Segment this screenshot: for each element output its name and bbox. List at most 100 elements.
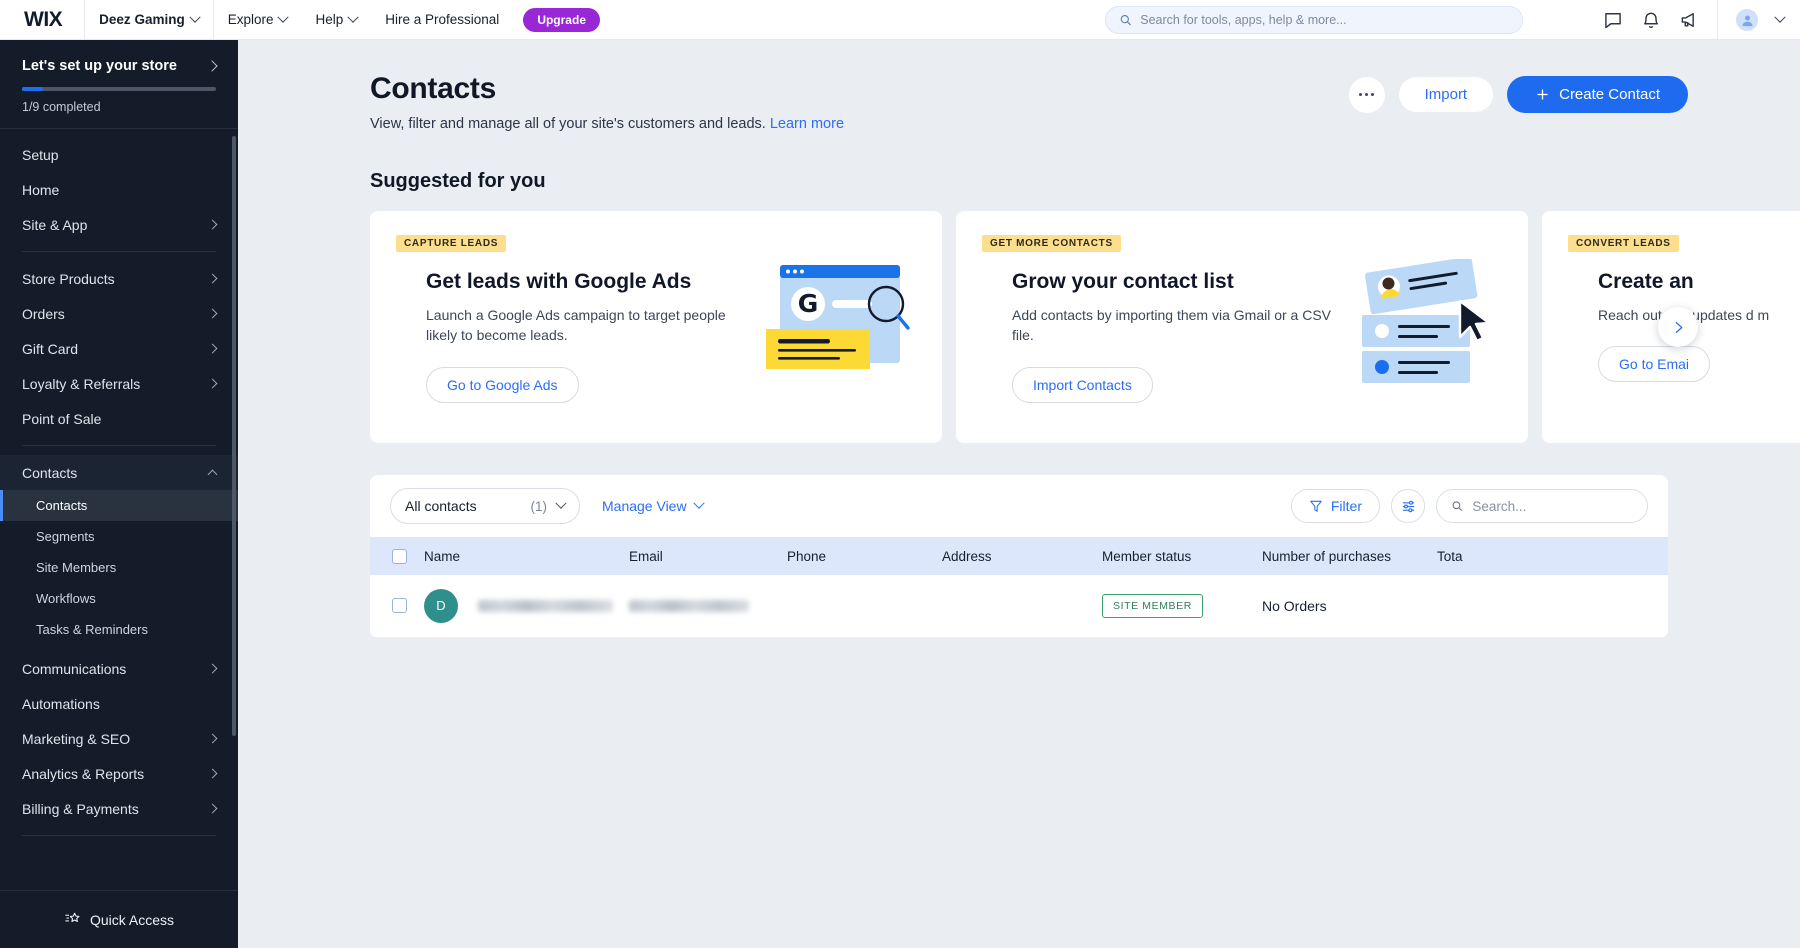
megaphone-icon[interactable]	[1679, 10, 1699, 30]
sidebar-item-label: Automations	[22, 696, 100, 712]
chevron-down-icon	[693, 498, 704, 509]
sidebar-scrollbar[interactable]	[232, 136, 236, 736]
chevron-right-icon	[208, 734, 218, 744]
global-search[interactable]	[1105, 6, 1523, 34]
setup-progress-panel[interactable]: Let's set up your store 1/9 completed	[0, 40, 238, 129]
sidebar-item-label: Orders	[22, 306, 65, 322]
sidebar-item-store-products[interactable]: Store Products	[0, 261, 238, 296]
sidebar-item-setup[interactable]: Setup	[0, 137, 238, 172]
table-head: Name Email Phone Address Member status N…	[370, 537, 1668, 575]
svg-text:G: G	[798, 289, 819, 318]
chevron-right-icon	[208, 379, 218, 389]
chevron-right-icon	[206, 60, 217, 71]
nav-explore[interactable]: Explore	[214, 0, 302, 40]
column-header-name[interactable]: Name	[424, 537, 629, 575]
nav-help[interactable]: Help	[301, 0, 371, 40]
chat-icon[interactable]	[1603, 10, 1623, 30]
column-header-address[interactable]: Address	[942, 537, 1102, 575]
divider	[22, 835, 216, 836]
sidebar-item-analytics-reports[interactable]: Analytics & Reports	[0, 756, 238, 791]
column-header-member-status[interactable]: Member status	[1102, 537, 1262, 575]
search-icon	[1451, 499, 1463, 513]
setup-progress-label: 1/9 completed	[22, 100, 216, 114]
nav-hire-professional[interactable]: Hire a Professional	[371, 0, 513, 40]
more-options-button[interactable]	[1349, 77, 1385, 113]
upgrade-button[interactable]: Upgrade	[523, 8, 600, 32]
dot	[1359, 93, 1363, 97]
sidebar-item-site-app[interactable]: Site & App	[0, 207, 238, 242]
sidebar-item-orders[interactable]: Orders	[0, 296, 238, 331]
chevron-right-icon	[1672, 321, 1685, 334]
create-contact-button[interactable]: Create Contact	[1507, 76, 1688, 113]
manage-view-button[interactable]: Manage View	[602, 498, 703, 514]
card-cta-button[interactable]: Go to Emai	[1598, 346, 1710, 382]
suggestion-card[interactable]: GET MORE CONTACTS Grow your contact list…	[956, 211, 1528, 443]
chevron-down-icon	[555, 498, 566, 509]
quick-access-button[interactable]: Quick Access	[0, 890, 238, 948]
sidebar-nav: Setup Home Site & App Store Products Ord…	[0, 129, 238, 836]
sidebar-item-marketing-seo[interactable]: Marketing & SEO	[0, 721, 238, 756]
sidebar-item-segments[interactable]: Segments	[0, 521, 238, 552]
global-search-input[interactable]	[1140, 13, 1509, 27]
nav-hire-label: Hire a Professional	[385, 12, 499, 27]
chevron-down-icon[interactable]	[1774, 12, 1785, 23]
table-row[interactable]: D SITE MEMBER No Orders	[370, 575, 1668, 637]
cell-total	[1437, 575, 1668, 637]
top-navigation-bar: WIX Deez Gaming Explore Help Hire a Prof…	[0, 0, 1800, 40]
card-cta-button[interactable]: Go to Google Ads	[426, 367, 579, 403]
import-button[interactable]: Import	[1399, 77, 1494, 112]
row-checkbox[interactable]	[392, 598, 407, 613]
sidebar-item-label: Contacts	[22, 465, 77, 481]
funnel-icon	[1309, 499, 1323, 513]
view-selector-label: All contacts	[405, 498, 477, 514]
chevron-down-icon	[189, 11, 200, 22]
sidebar-item-billing-payments[interactable]: Billing & Payments	[0, 791, 238, 826]
filter-button[interactable]: Filter	[1291, 489, 1380, 523]
sidebar-item-workflows[interactable]: Workflows	[0, 583, 238, 614]
sidebar-item-communications[interactable]: Communications	[0, 651, 238, 686]
select-all-checkbox[interactable]	[392, 549, 407, 564]
sidebar-subitem-label: Workflows	[36, 591, 96, 606]
card-tag: CONVERT LEADS	[1568, 235, 1679, 252]
page-actions: Import Create Contact	[1349, 76, 1688, 113]
sidebar-item-home[interactable]: Home	[0, 172, 238, 207]
learn-more-link[interactable]: Learn more	[770, 116, 844, 132]
chevron-right-icon	[208, 664, 218, 674]
suggestion-carousel: CAPTURE LEADS Get leads with Google Ads …	[370, 211, 1800, 443]
table-search[interactable]	[1436, 489, 1648, 523]
column-header-email[interactable]: Email	[629, 537, 787, 575]
card-cta-button[interactable]: Import Contacts	[1012, 367, 1153, 403]
column-settings-button[interactable]	[1391, 489, 1425, 523]
sidebar-item-gift-card[interactable]: Gift Card	[0, 331, 238, 366]
sliders-icon	[1401, 499, 1416, 514]
card-body: Reach out to y updates d m	[1598, 305, 1800, 325]
sidebar-item-contacts[interactable]: Contacts	[0, 455, 238, 490]
sidebar-item-point-of-sale[interactable]: Point of Sale	[0, 401, 238, 436]
sidebar-item-site-members[interactable]: Site Members	[0, 552, 238, 583]
sidebar-item-label: Billing & Payments	[22, 801, 139, 817]
sidebar-item-contacts-contacts[interactable]: Contacts	[0, 490, 238, 521]
carousel-next-button[interactable]	[1658, 307, 1698, 347]
sidebar-item-loyalty-referrals[interactable]: Loyalty & Referrals	[0, 366, 238, 401]
column-header-number-of-purchases[interactable]: Number of purchases	[1262, 537, 1437, 575]
site-name-label: Deez Gaming	[99, 12, 185, 27]
column-header-phone[interactable]: Phone	[787, 537, 942, 575]
sidebar-item-automations[interactable]: Automations	[0, 686, 238, 721]
chevron-down-icon	[278, 11, 289, 22]
table-toolbar: All contacts (1) Manage View Filter	[370, 475, 1668, 537]
bell-icon[interactable]	[1641, 10, 1661, 30]
sidebar-item-tasks-reminders[interactable]: Tasks & Reminders	[0, 614, 238, 645]
wix-logo[interactable]: WIX	[24, 8, 62, 32]
sidebar-item-label: Gift Card	[22, 341, 78, 357]
setup-title: Let's set up your store	[22, 58, 177, 74]
create-contact-label: Create Contact	[1559, 86, 1660, 103]
table-search-input[interactable]	[1472, 499, 1633, 514]
site-selector[interactable]: Deez Gaming	[85, 0, 213, 40]
card-body: Launch a Google Ads campaign to target p…	[426, 305, 746, 346]
user-avatar[interactable]	[1736, 9, 1758, 31]
column-header-total[interactable]: Tota	[1437, 537, 1668, 575]
view-selector[interactable]: All contacts (1)	[390, 488, 580, 524]
filter-label: Filter	[1331, 498, 1362, 514]
sidebar-item-label: Home	[22, 182, 59, 198]
suggestion-card[interactable]: CAPTURE LEADS Get leads with Google Ads …	[370, 211, 942, 443]
